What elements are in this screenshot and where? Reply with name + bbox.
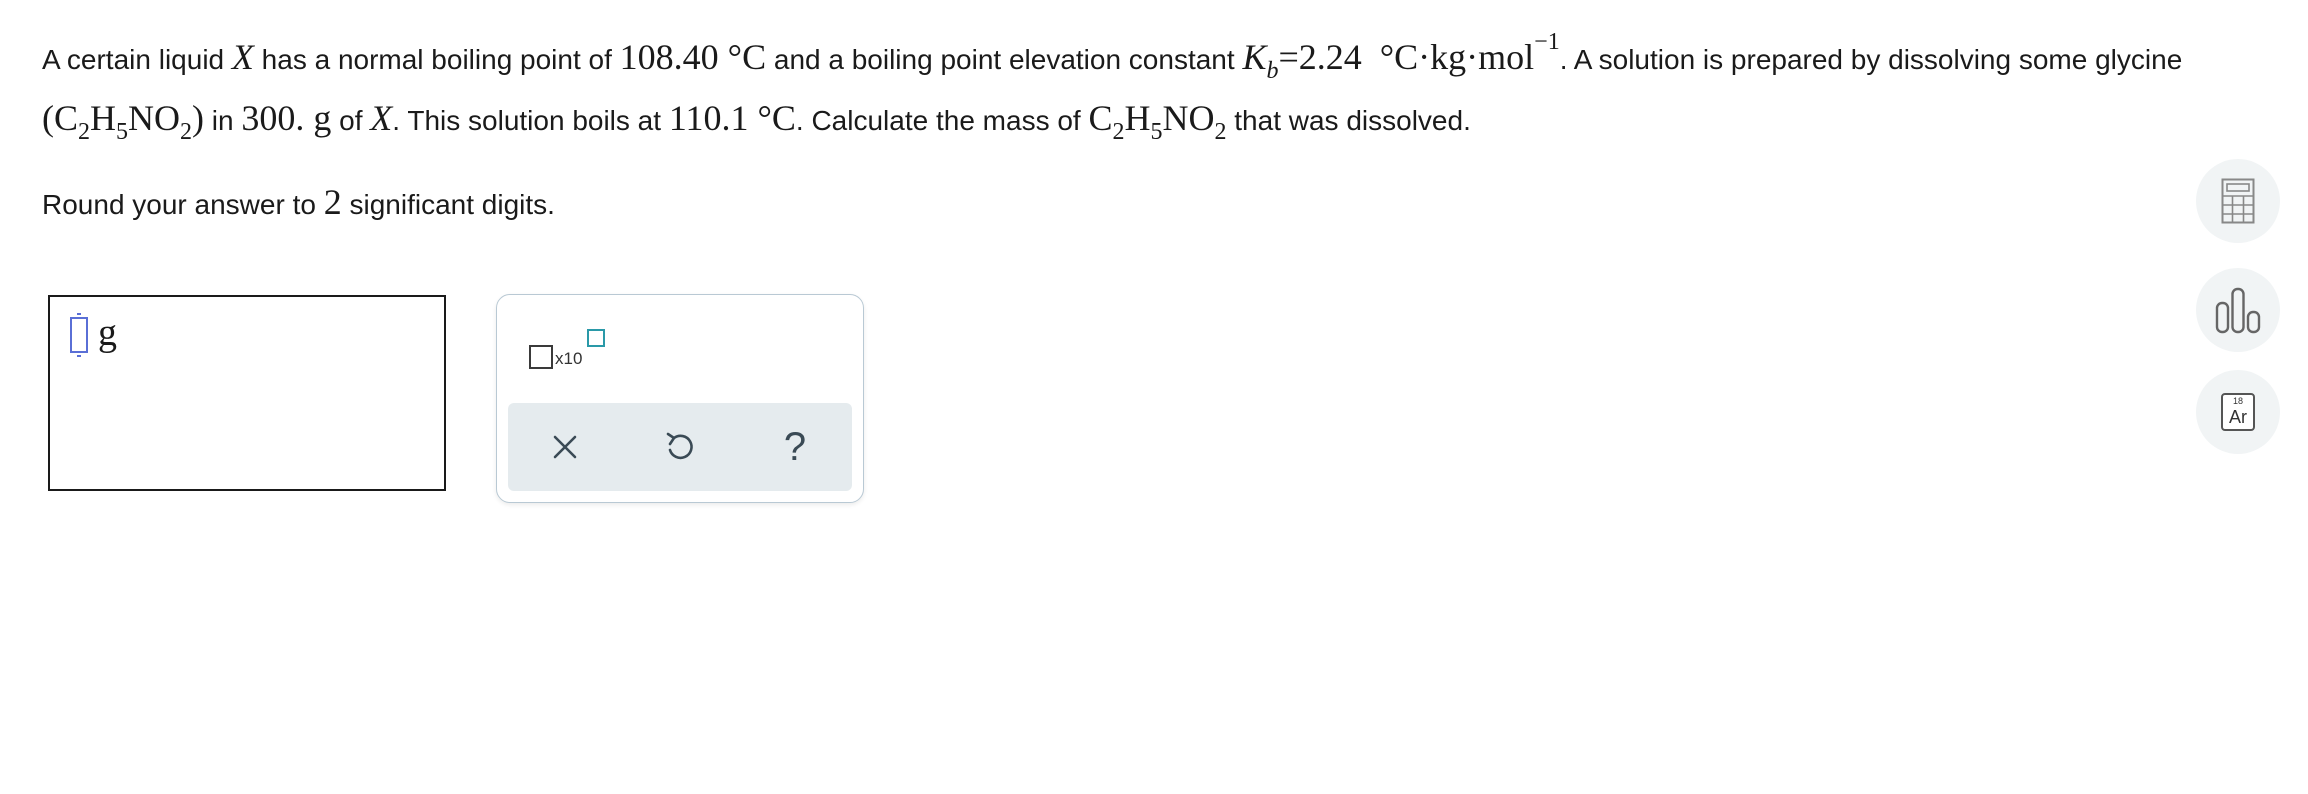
question-text-part: in xyxy=(204,105,242,136)
bar-chart-icon xyxy=(2215,287,2261,334)
keypad-action-bar: ? xyxy=(508,403,852,491)
undo-button[interactable] xyxy=(623,403,737,491)
question-text-part: . Calculate the mass of xyxy=(795,105,1089,136)
normal-boiling-point: 108.40 xyxy=(619,37,719,77)
kb-symbol: K xyxy=(1242,37,1267,77)
unit-grams: g xyxy=(304,98,332,138)
element-symbol: Ar xyxy=(2229,407,2247,427)
scientific-notation-button[interactable]: x10 xyxy=(529,329,609,379)
close-icon xyxy=(553,435,577,459)
question-text-part: that was dissolved. xyxy=(1226,105,1471,136)
question-text-part: and a boiling point elevation constant xyxy=(766,44,1243,75)
solvent-mass: 300. xyxy=(241,98,305,138)
answer-unit: g xyxy=(98,312,117,354)
math-keypad: x10 ? xyxy=(496,294,864,503)
question-text-part: of xyxy=(331,105,371,136)
variable-x: X xyxy=(231,37,254,77)
kb-units: °C·kg·mol xyxy=(1379,37,1535,77)
rounding-instruction: Round your answer to 2 significant digit… xyxy=(42,182,555,222)
question-text-part: This solution boils at xyxy=(400,105,669,136)
placeholder-box-icon xyxy=(529,345,553,369)
kb-exponent: −1 xyxy=(1534,29,1560,55)
unit-celsius: °C xyxy=(748,98,796,138)
answer-box[interactable]: g xyxy=(48,295,446,491)
clear-button[interactable] xyxy=(508,403,622,491)
calculator-button[interactable] xyxy=(2196,159,2280,243)
significant-digits-count: 2 xyxy=(323,182,342,222)
unit-celsius: °C xyxy=(718,37,767,77)
kb-subscript: b xyxy=(1266,58,1279,84)
answer-input[interactable] xyxy=(70,313,88,357)
question-text-part: . A solution is prepared by dissolving s… xyxy=(1559,44,2183,75)
variable-x: X xyxy=(370,98,393,138)
undo-icon xyxy=(666,432,693,460)
help-button[interactable]: ? xyxy=(738,403,852,491)
glycine-formula: C2H5NO2 xyxy=(1088,98,1227,145)
kb-value: =2.24 xyxy=(1278,37,1362,77)
glycine-formula: (C2H5NO2) xyxy=(42,98,205,145)
x10-label: x10 xyxy=(555,349,583,368)
question-text-part: A certain liquid xyxy=(42,44,232,75)
kb-expression: Kb=2.24 °C·kg·mol−1 xyxy=(1242,30,1559,83)
atomic-number: 18 xyxy=(2232,396,2243,406)
exponent-box-icon xyxy=(587,329,605,347)
periodic-table-button[interactable]: 18 Ar xyxy=(2196,370,2280,454)
data-chart-button[interactable] xyxy=(2196,268,2280,352)
calculator-icon xyxy=(2221,178,2255,224)
question-text: A certain liquid X has a normal boiling … xyxy=(42,29,2183,145)
solution-boiling-point: 110.1 xyxy=(668,98,749,138)
question-text-part: has a normal boiling point of xyxy=(253,44,620,75)
periodic-element-icon: 18 Ar xyxy=(2221,393,2255,431)
